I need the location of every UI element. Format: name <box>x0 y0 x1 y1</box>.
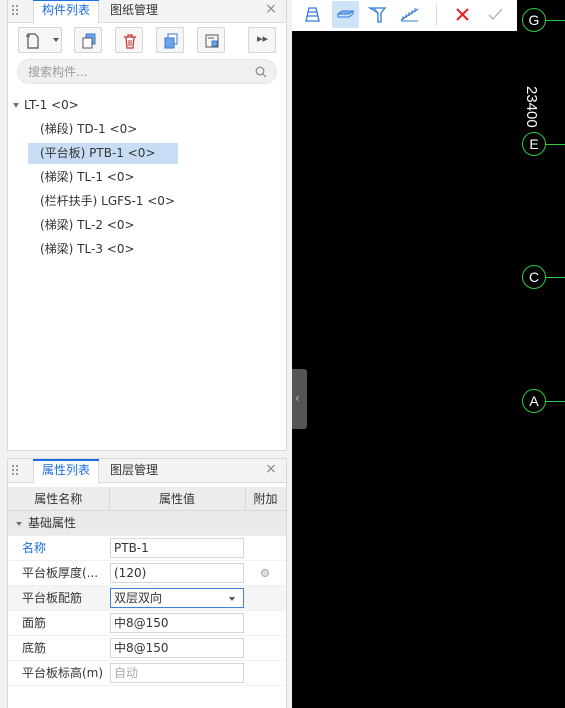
export-icon <box>205 34 219 48</box>
property-row: 平台板配筋 双层双向 <box>8 585 286 611</box>
column-header: 属性名称 <box>8 487 110 511</box>
tree-item[interactable]: (梯梁) TL-3 <0> <box>36 239 139 260</box>
toolbar-divider <box>436 4 437 26</box>
property-name: 平台板标高(m) <box>8 660 109 686</box>
platform-slab-icon <box>336 10 355 18</box>
railing-button[interactable] <box>396 1 423 28</box>
tree-item-selected[interactable]: (平台板) PTB-1 <0> <box>28 143 178 164</box>
column-header: 属性值 <box>109 487 246 511</box>
platform-slab-button[interactable] <box>332 1 359 28</box>
railing-icon <box>400 8 419 22</box>
drawing-canvas[interactable]: G E C A 23400 <box>292 0 565 708</box>
tab-layer-management[interactable]: 图层管理 <box>102 459 166 483</box>
property-name: 平台板厚度(... <box>8 560 109 586</box>
tree-item[interactable]: (栏杆扶手) LGFS-1 <0> <box>36 191 179 212</box>
name-value-field[interactable]: PTB-1 <box>110 537 244 558</box>
stair-flight-icon <box>305 7 320 22</box>
reinforcement-dropdown[interactable]: 双层双向 <box>110 587 244 608</box>
axis-line <box>545 144 565 145</box>
property-row: 平台板标高(m) 自动 <box>8 660 286 686</box>
bottom-rebar-value-field[interactable]: 中8@150 <box>110 637 244 658</box>
panel-collapse-handle[interactable]: ‹ <box>292 369 307 429</box>
property-panel-tabbar: 属性列表 图层管理 × <box>8 459 286 484</box>
tree-root[interactable]: LT-1 <0> <box>20 95 83 116</box>
chevron-down-icon[interactable] <box>53 38 59 42</box>
property-row: 面筋 中8@150 <box>8 610 286 636</box>
collapse-caret-icon[interactable] <box>16 521 22 526</box>
property-row: 名称 PTB-1 <box>8 535 286 561</box>
trash-icon <box>124 34 136 49</box>
column-header: 附加 <box>245 487 287 511</box>
tree-expand-icon[interactable] <box>13 103 19 108</box>
drag-grip-icon[interactable] <box>12 5 20 17</box>
close-icon[interactable]: × <box>264 2 278 16</box>
axis-line <box>545 401 565 402</box>
component-list-panel: 构件列表 图纸管理 × ▸▸ 搜索构件... LT-1 <0> (梯段) TD-… <box>7 0 287 451</box>
property-row: 平台板厚度(... (120) <box>8 560 286 586</box>
axis-line <box>545 277 565 278</box>
axis-line <box>545 20 565 21</box>
top-rebar-value-field[interactable]: 中8@150 <box>110 612 244 633</box>
copy-component-button[interactable] <box>74 27 102 53</box>
tab-property-list[interactable]: 属性列表 <box>33 459 100 484</box>
delete-component-button[interactable] <box>115 27 143 53</box>
stair-flight-button[interactable] <box>299 1 326 28</box>
new-file-icon <box>26 33 39 49</box>
copy-icon <box>82 33 96 49</box>
tree-item[interactable]: (梯段) TD-1 <0> <box>36 119 141 140</box>
stair-beam-icon <box>368 7 387 23</box>
axis-label-c[interactable]: C <box>522 265 546 289</box>
chevron-left-icon: ‹ <box>295 391 300 405</box>
additional-checkbox[interactable] <box>261 568 269 577</box>
property-name: 名称 <box>8 535 109 561</box>
axis-label-e[interactable]: E <box>522 132 546 156</box>
tree-item[interactable]: (梯梁) TL-1 <0> <box>36 167 139 188</box>
property-table: 属性名称 属性值 附加 基础属性 名称 PTB-1 平台板厚度(... (120… <box>8 487 287 686</box>
close-icon <box>456 8 469 21</box>
drag-grip-icon[interactable] <box>12 465 20 477</box>
more-tools-button[interactable]: ▸▸ <box>248 27 276 53</box>
new-component-button[interactable] <box>18 27 62 53</box>
tab-drawing-management[interactable]: 图纸管理 <box>102 0 166 23</box>
thickness-value-field[interactable]: (120) <box>110 562 244 583</box>
property-name: 面筋 <box>8 610 109 636</box>
stair-beam-button[interactable] <box>364 1 391 28</box>
dropdown-value: 双层双向 <box>114 590 163 605</box>
property-name: 底筋 <box>8 635 109 661</box>
axis-label-g[interactable]: G <box>522 8 546 32</box>
tab-component-list[interactable]: 构件列表 <box>33 0 100 24</box>
component-search <box>17 59 277 84</box>
confirm-button[interactable] <box>482 1 509 28</box>
export-component-button[interactable] <box>197 27 225 53</box>
dimension-text: 23400 <box>523 86 540 128</box>
canvas-toolbar <box>292 0 517 31</box>
double-chevron-right-icon: ▸▸ <box>257 32 269 45</box>
close-icon[interactable]: × <box>264 462 278 476</box>
property-row: 底筋 中8@150 <box>8 635 286 661</box>
property-list-panel: 属性列表 图层管理 × 属性名称 属性值 附加 基础属性 名称 PTB-1 平台… <box>7 458 287 708</box>
section-row[interactable]: 基础属性 <box>8 510 286 536</box>
elevation-value-field[interactable]: 自动 <box>110 662 244 683</box>
copy-to-floor-button[interactable] <box>156 27 184 53</box>
search-icon[interactable] <box>255 66 267 78</box>
component-toolbar: ▸▸ <box>8 23 286 53</box>
component-panel-tabbar: 构件列表 图纸管理 × <box>8 0 286 24</box>
cancel-button[interactable] <box>449 1 476 28</box>
section-title: 基础属性 <box>28 516 77 530</box>
property-header-row: 属性名称 属性值 附加 <box>8 487 287 511</box>
chevron-down-icon[interactable] <box>229 596 235 601</box>
layers-copy-icon <box>164 33 178 49</box>
property-name: 平台板配筋 <box>8 585 109 611</box>
check-icon <box>488 8 503 21</box>
axis-label-a[interactable]: A <box>522 389 546 413</box>
search-input[interactable] <box>28 62 248 81</box>
tree-item[interactable]: (梯梁) TL-2 <0> <box>36 215 139 236</box>
